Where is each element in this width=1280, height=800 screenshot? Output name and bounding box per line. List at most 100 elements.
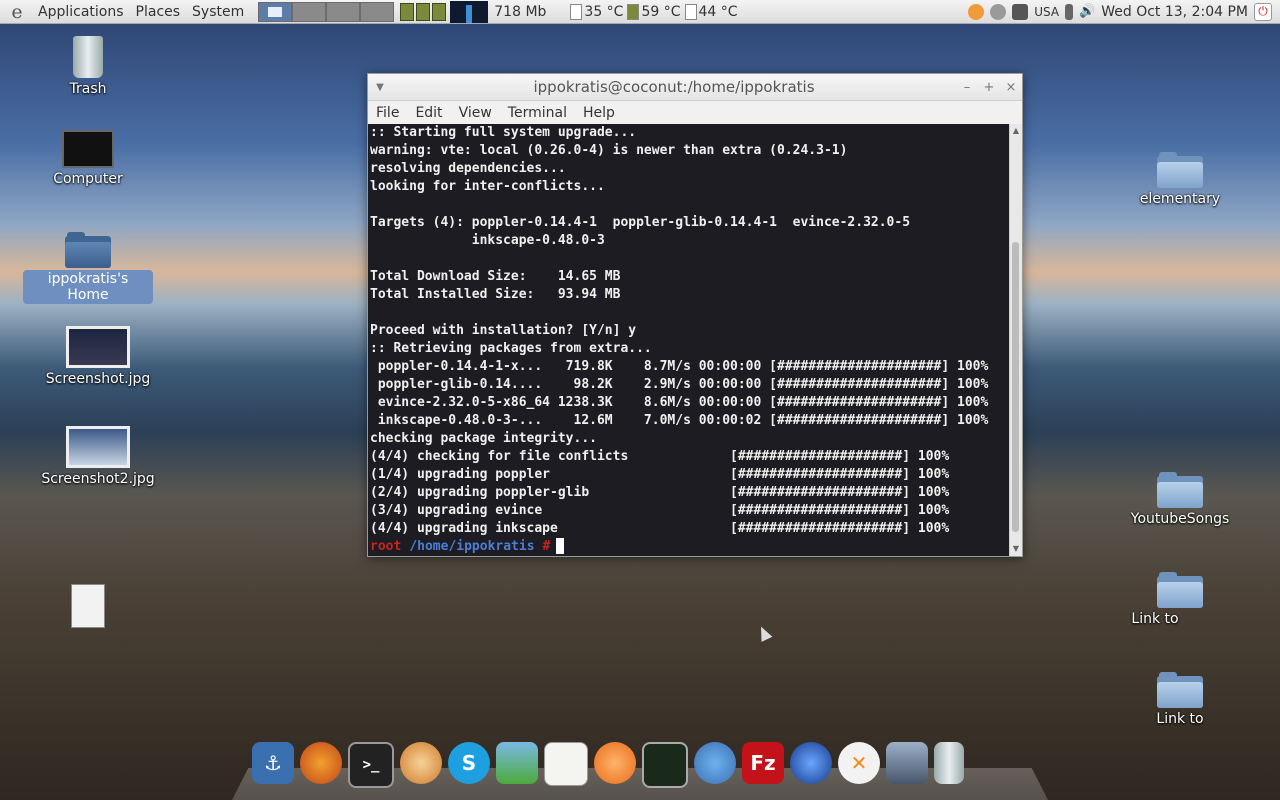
- prompt-path: /home/ippokratis: [409, 539, 535, 554]
- trash-icon: [73, 36, 103, 78]
- dock: ⚓ >_ S Fz ✕: [232, 738, 1048, 800]
- power-icon[interactable]: [990, 3, 1007, 20]
- spreadsheet-file-icon: [71, 584, 105, 628]
- image-file-icon: [66, 326, 130, 368]
- workspace-switcher[interactable]: [258, 1, 395, 22]
- maximize-icon[interactable]: +: [978, 80, 1000, 95]
- close-icon[interactable]: ×: [1000, 80, 1022, 95]
- home-folder-icon: [65, 232, 111, 268]
- folder-link-icon: [1157, 572, 1203, 608]
- folder-link-icon: [1157, 672, 1203, 708]
- desktop-icon-label: ippokratis's Home: [23, 270, 153, 304]
- desktop-icon-computer[interactable]: Computer: [23, 128, 153, 188]
- desktop-icon-link-1[interactable]: Link to: [1115, 572, 1245, 628]
- menu-view[interactable]: View: [451, 105, 500, 121]
- volume-icon[interactable]: 🔊: [1079, 4, 1095, 19]
- scrollbar-thumb[interactable]: [1012, 242, 1019, 532]
- terminal-output-area[interactable]: :: Starting full system upgrade... warni…: [368, 124, 1011, 556]
- thermometer-icon: [627, 3, 640, 20]
- cpu-chip-icon: [400, 2, 415, 21]
- terminal-window[interactable]: ▼ ippokratis@coconut:/home/ippokratis – …: [367, 73, 1023, 557]
- desktop-icon-label: Screenshot2.jpg: [41, 471, 155, 487]
- menu-applications[interactable]: Applications: [32, 4, 130, 20]
- scroll-up-icon[interactable]: ▲: [1010, 124, 1022, 138]
- prompt-symbol: #: [542, 539, 551, 554]
- title-bar[interactable]: ▼ ippokratis@coconut:/home/ippokratis – …: [368, 74, 1022, 101]
- chromium-icon[interactable]: [694, 742, 736, 784]
- window-title: ippokratis@coconut:/home/ippokratis: [533, 78, 815, 96]
- menu-terminal[interactable]: Terminal: [500, 105, 575, 121]
- menu-places[interactable]: Places: [130, 4, 187, 20]
- desktop-icon-screenshot[interactable]: Screenshot.jpg: [33, 326, 163, 388]
- prompt-user: root: [370, 539, 402, 554]
- terminal-icon[interactable]: >_: [348, 742, 394, 788]
- desktop-icon-spreadsheet[interactable]: [23, 584, 153, 630]
- text-editor-icon[interactable]: [544, 742, 588, 786]
- computer-icon: [62, 130, 114, 168]
- desktop-icon-home[interactable]: ippokratis's Home: [23, 232, 153, 304]
- desktop-icon-label: Link to: [1131, 611, 1179, 627]
- folder-icon: [1157, 472, 1203, 508]
- scrollbar[interactable]: ▲ ▼: [1009, 124, 1022, 556]
- thermometer-icon: [684, 3, 697, 20]
- network-icon[interactable]: [1012, 3, 1029, 20]
- desktop-icon-label: Trash: [69, 81, 107, 97]
- desktop-icon-label: Screenshot.jpg: [45, 371, 151, 387]
- desktop-icon-link-2[interactable]: Link to: [1115, 672, 1245, 728]
- terminal-output: :: Starting full system upgrade... warni…: [370, 125, 989, 536]
- keyboard-layout[interactable]: USA: [1034, 5, 1059, 19]
- temperature-3: 44 °C: [698, 3, 738, 20]
- window-menu-icon[interactable]: ▼: [368, 82, 392, 93]
- cpu-chip-icon: [416, 2, 431, 21]
- shell-prompt[interactable]: root /home/ippokratis #: [368, 538, 1011, 556]
- memory-usage: 718 Mb: [494, 3, 547, 20]
- filezilla-icon[interactable]: Fz: [742, 742, 784, 784]
- skype-icon[interactable]: S: [448, 742, 490, 784]
- shutdown-icon[interactable]: ⏻: [1254, 2, 1272, 21]
- workspace-3[interactable]: [326, 1, 361, 22]
- menu-file[interactable]: File: [368, 105, 407, 121]
- distro-logo-icon[interactable]: e: [6, 1, 28, 23]
- nautilus-shell-icon[interactable]: [400, 742, 442, 784]
- people-icon[interactable]: [496, 742, 538, 784]
- menu-system[interactable]: System: [186, 4, 250, 20]
- desktop-icon-elementary[interactable]: elementary: [1115, 152, 1245, 208]
- desktop-icon-youtubesongs[interactable]: YoutubeSongs: [1115, 472, 1245, 528]
- temperature-2: 59 °C: [641, 3, 681, 20]
- desktop-icon-label: Link to: [1156, 711, 1204, 727]
- anchor-icon[interactable]: ⚓: [252, 742, 294, 784]
- workspace-1[interactable]: [258, 1, 293, 22]
- image-file-icon: [66, 426, 130, 468]
- mouse-pointer-icon: [755, 624, 773, 642]
- network-graph-icon: [450, 0, 489, 23]
- desktop-icon-trash[interactable]: Trash: [23, 36, 153, 98]
- google-earth-icon[interactable]: [790, 742, 832, 784]
- crossover-icon[interactable]: ✕: [838, 742, 880, 784]
- terminal-menubar: File Edit View Terminal Help: [368, 101, 1022, 126]
- firefox-icon[interactable]: [300, 742, 342, 784]
- text-cursor: [556, 538, 565, 554]
- system-monitor-icon[interactable]: [642, 742, 688, 788]
- system-monitor-applet[interactable]: 718 Mb: [400, 0, 547, 23]
- thermometer-icon: [570, 3, 583, 20]
- clock[interactable]: Wed Oct 13, 2:04 PM: [1101, 4, 1248, 20]
- workspace-4[interactable]: [360, 1, 395, 22]
- desktop-icon-label: elementary: [1139, 191, 1221, 207]
- menu-edit[interactable]: Edit: [407, 105, 450, 121]
- scroll-down-icon[interactable]: ▼: [1010, 542, 1022, 556]
- desktop-icon-screenshot2[interactable]: Screenshot2.jpg: [33, 426, 163, 488]
- clementine-tray-icon[interactable]: [968, 3, 985, 20]
- temperature-1: 35 °C: [584, 3, 624, 20]
- cpu-chip-icon: [432, 2, 447, 21]
- system-tray: USA 🔊 Wed Oct 13, 2:04 PM ⏻: [968, 2, 1280, 21]
- minimize-icon[interactable]: –: [956, 80, 978, 95]
- trash-icon[interactable]: [934, 742, 964, 784]
- menu-help[interactable]: Help: [575, 105, 623, 121]
- clementine-icon[interactable]: [594, 742, 636, 784]
- top-panel: e Applications Places System 718 Mb 35 °…: [0, 0, 1280, 24]
- battery-icon[interactable]: [1065, 3, 1074, 20]
- video-converter-icon[interactable]: [886, 742, 928, 784]
- temperature-applet[interactable]: 35 °C 59 °C 44 °C: [570, 3, 738, 20]
- folder-icon: [1157, 152, 1203, 188]
- workspace-2[interactable]: [292, 1, 327, 22]
